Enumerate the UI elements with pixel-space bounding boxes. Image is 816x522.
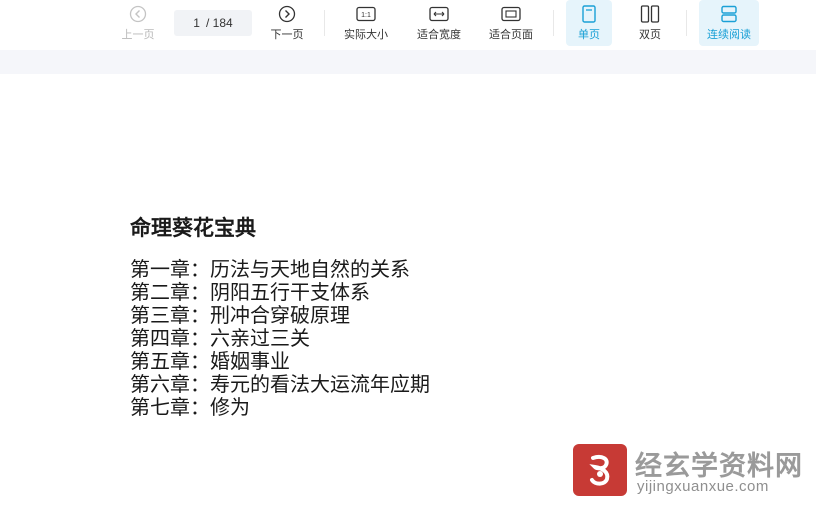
double-page-button[interactable]: 双页 [628,0,672,46]
chevron-right-circle-icon [278,2,296,26]
prev-page-button[interactable]: 上一页 [116,0,160,46]
continuous-reading-button[interactable]: 连续阅读 [699,0,759,46]
next-page-label: 下一页 [270,28,304,41]
actual-size-button[interactable]: 1:1 实际大小 [338,0,394,46]
fit-page-label: 适合页面 [489,28,533,41]
continuous-reading-label: 连续阅读 [707,28,751,41]
chapter-line: 第六章：寿元的看法大运流年应期 [130,372,430,396]
actual-size-label: 实际大小 [344,28,388,41]
prev-page-label: 上一页 [121,28,155,41]
single-page-label: 单页 [578,28,600,41]
watermark-domain: yijingxuanxue.com [637,478,769,495]
toolbar-bottom-strip [0,50,816,74]
chapter-line: 第七章：修为 [130,395,250,419]
double-page-icon [640,2,660,26]
next-page-button[interactable]: 下一页 [265,0,309,46]
chapter-list: 第一章：历法与天地自然的关系 第二章：阴阳五行干支体系 第三章：刑冲合穿破原理 … [130,258,430,419]
chapter-line: 第一章：历法与天地自然的关系 [130,257,410,281]
actual-size-icon: 1:1 [356,2,376,26]
toolbar-divider [324,10,325,36]
site-watermark: 经玄学资料网 yijingxuanxue.com [573,442,809,498]
fit-width-icon [429,2,449,26]
double-page-label: 双页 [639,28,661,41]
continuous-reading-icon [720,2,738,26]
document-title: 命理葵花宝典 [130,215,256,240]
page-total: / 184 [205,16,233,30]
fit-width-label: 适合宽度 [417,28,461,41]
chapter-line: 第二章：阴阳五行干支体系 [130,280,370,304]
toolbar-divider [686,10,687,36]
toolbar-divider [553,10,554,36]
single-page-icon [581,2,597,26]
watermark-logo-icon [573,444,627,496]
chevron-left-circle-icon [129,2,147,26]
reader-toolbar: 上一页 1 / 184 下一页 1:1 实际大小 适合宽度 适合页面 单页 双页… [0,0,816,50]
page-current-input[interactable]: 1 [193,16,200,30]
chapter-line: 第四章：六亲过三关 [130,326,310,350]
chapter-line: 第三章：刑冲合穿破原理 [130,303,350,327]
page-number-box[interactable]: 1 / 184 [174,10,252,36]
fit-width-button[interactable]: 适合宽度 [411,0,467,46]
chapter-line: 第五章：婚姻事业 [130,349,290,373]
fit-page-button[interactable]: 适合页面 [483,0,539,46]
fit-page-icon [501,2,521,26]
svg-text:1:1: 1:1 [361,12,371,19]
single-page-button[interactable]: 单页 [566,0,612,46]
